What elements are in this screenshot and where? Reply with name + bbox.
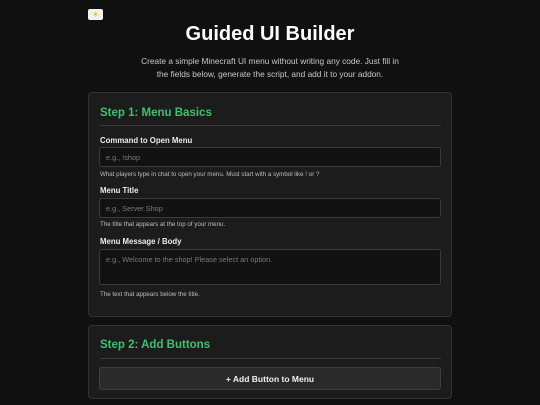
add-button-to-menu-button[interactable]: + Add Button to Menu <box>99 367 441 390</box>
step2-title: Step 2: Add Buttons <box>100 339 211 351</box>
body-textarea[interactable] <box>99 249 441 285</box>
command-help: What players type in chat to open your m… <box>100 171 320 178</box>
guided-ui-builder-page: ☀ Guided UI Builder Create a simple Mine… <box>0 0 540 405</box>
menu-title-input[interactable] <box>99 198 441 218</box>
step1-card: Step 1: Menu Basics Command to Open Menu… <box>88 92 452 317</box>
divider <box>100 125 441 126</box>
step2-card: Step 2: Add Buttons + Add Button to Menu <box>88 325 452 399</box>
menu-title-help: The title that appears at the top of you… <box>100 221 226 228</box>
command-label: Command to Open Menu <box>100 136 193 145</box>
divider <box>100 358 441 359</box>
menu-title-label: Menu Title <box>100 186 139 195</box>
sun-icon[interactable]: ☀ <box>88 9 103 20</box>
page-title: Guided UI Builder <box>185 23 355 45</box>
intro-text: Create a simple Minecraft UI menu withou… <box>141 56 399 79</box>
command-input[interactable] <box>99 147 441 167</box>
body-label: Menu Message / Body <box>100 237 182 246</box>
body-help: The text that appears below the title. <box>100 291 200 298</box>
step1-title: Step 1: Menu Basics <box>100 107 212 119</box>
